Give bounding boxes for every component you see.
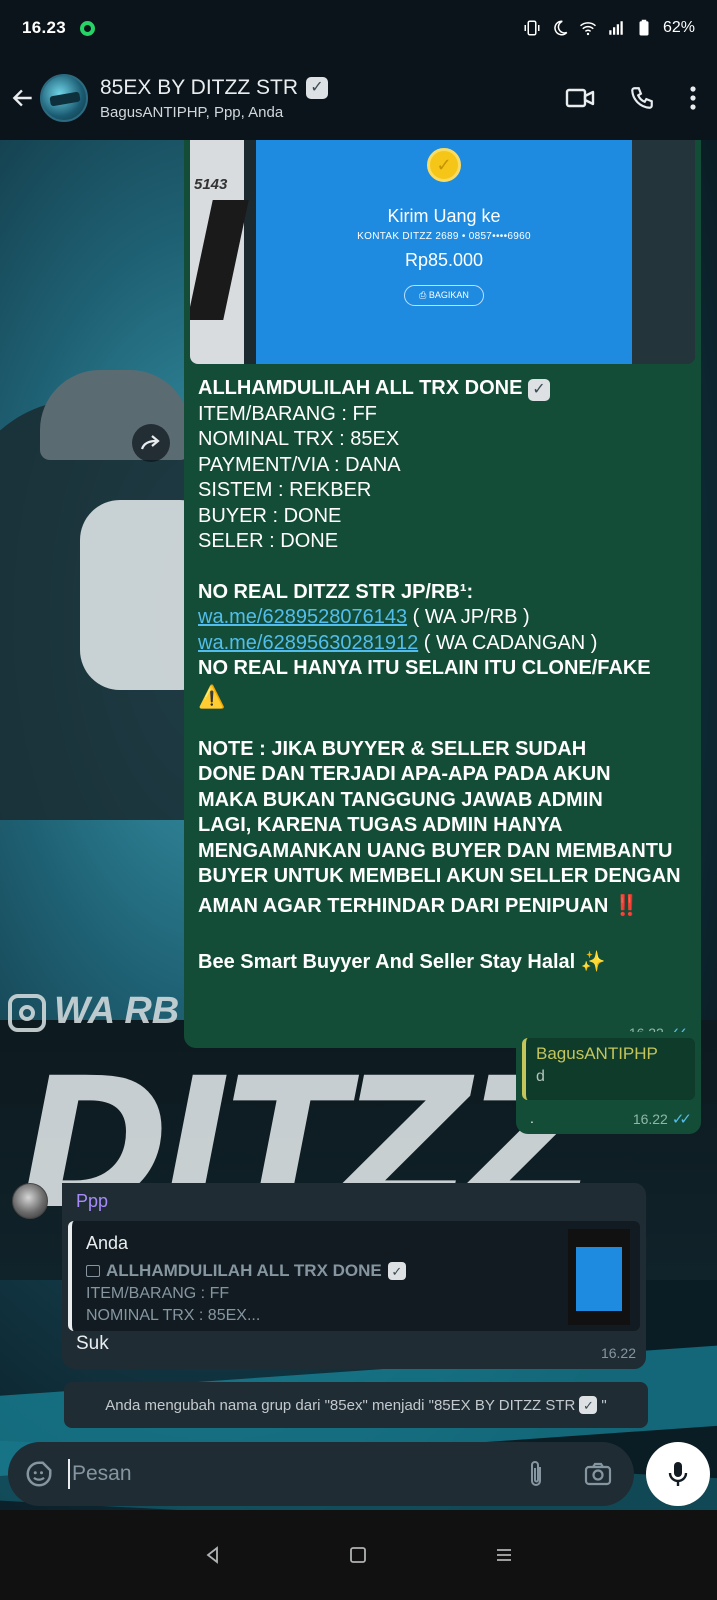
- msg-note-line: AMAN AGAR TERHINDAR DARI PENIPUAN ‼️: [198, 894, 639, 917]
- back-arrow-icon[interactable]: [10, 85, 36, 111]
- read-ticks-icon: ✓✓: [671, 1111, 692, 1128]
- status-bar: 16.23 62%: [0, 0, 717, 56]
- check-emoji-icon: ✓: [527, 379, 550, 401]
- msg-note-line: MENGAMANKAN UANG BUYER DAN MEMBANTU: [198, 839, 673, 862]
- receipt-share-button: ⎙ BAGIKAN: [404, 285, 484, 306]
- quoted-message[interactable]: Anda ALLHAMDULILAH ALL TRX DONE ✓ ITEM/B…: [68, 1221, 640, 1331]
- quoted-sender: BagusANTIPHP: [536, 1044, 658, 1063]
- vibrate-icon: [524, 20, 540, 36]
- group-info[interactable]: 85EX BY DITZZ STR ✓ BagusANTIPHP, Ppp, A…: [100, 76, 565, 121]
- whatsapp-notification-icon: [80, 20, 96, 36]
- do-not-disturb-moon-icon: [554, 20, 568, 36]
- msg-note-line: BUYER UNTUK MEMBELI AKUN SELLER DENGAN: [198, 865, 681, 887]
- incoming-message-bubble[interactable]: Ppp Anda ALLHAMDULILAH ALL TRX DONE ✓ IT…: [62, 1183, 646, 1369]
- message-text: ALLHAMDULILAH ALL TRX DONE ✓ ITEM/BARANG…: [198, 376, 688, 977]
- msg-note-line: DONE DAN TERJADI APA-APA PADA AKUN: [198, 763, 611, 785]
- system-notice: Anda mengubah nama grup dari "85ex" menj…: [64, 1382, 648, 1428]
- msg-line: SELER : DONE: [198, 530, 339, 552]
- header-actions: [565, 85, 697, 111]
- check-emoji-icon: ✓: [579, 1396, 598, 1414]
- microphone-icon: [668, 1462, 688, 1486]
- warning-emoji-icon: ⚠️: [198, 683, 226, 709]
- msg-link-row: wa.me/6289528076143 ( WA JP/RB ): [198, 606, 530, 628]
- system-navigation-bar: [0, 1510, 717, 1600]
- nav-recents-icon[interactable]: [494, 1545, 514, 1565]
- status-indicators: 62%: [523, 19, 695, 37]
- group-avatar[interactable]: [40, 74, 88, 122]
- image-side-strip: 5143: [190, 140, 244, 364]
- group-name: 85EX BY DITZZ STR ✓: [100, 76, 565, 100]
- sender-name[interactable]: Ppp: [76, 1191, 638, 1212]
- message-time: 16.22: [600, 1345, 636, 1361]
- receipt-amount: Rp85.000: [404, 250, 484, 270]
- image-right-strip: [632, 140, 695, 364]
- battery-percent: 62%: [662, 19, 695, 36]
- attach-paperclip-icon[interactable]: [524, 1459, 548, 1489]
- wa-link-2[interactable]: wa.me/62895630281912: [198, 632, 418, 654]
- check-coin-icon: ✓: [427, 148, 461, 182]
- msg-no-real-heading: NO REAL DITZZ STR JP/RB¹:: [198, 580, 474, 603]
- nav-home-icon[interactable]: [348, 1545, 368, 1565]
- wallpaper-wa-text: WA RB :: [8, 990, 202, 1033]
- double-exclamation-emoji-icon: ‼️: [613, 894, 639, 917]
- image-side-text: 5143: [194, 176, 228, 193]
- check-emoji-icon: ✓: [387, 1262, 406, 1280]
- composer-actions: [524, 1459, 612, 1489]
- message-meta: 16.22 ✓✓: [632, 1110, 692, 1128]
- quoted-message[interactable]: BagusANTIPHP d: [522, 1038, 695, 1100]
- video-call-icon[interactable]: [565, 86, 595, 110]
- msg-line: SISTEM : REKBER: [198, 479, 372, 501]
- msg-note-line: MAKA BUKAN TANGGUNG JAWAB ADMIN: [198, 788, 603, 811]
- group-name-text: 85EX BY DITZZ STR: [100, 75, 298, 99]
- outgoing-message-bubble[interactable]: 5143 ✓ Kirim Uang ke KONTAK DITZZ 2689 •…: [184, 140, 701, 1048]
- quoted-line: NOMINAL TRX : 85EX...: [86, 1307, 261, 1324]
- chat-header: 85EX BY DITZZ STR ✓ BagusANTIPHP, Ppp, A…: [0, 56, 717, 140]
- voice-call-icon[interactable]: [629, 85, 655, 111]
- voice-record-button[interactable]: [646, 1442, 710, 1506]
- msg-line: PAYMENT/VIA : DANA: [198, 453, 401, 476]
- quoted-line: ITEM/BARANG : FF: [86, 1285, 230, 1302]
- message-image[interactable]: 5143 ✓ Kirim Uang ke KONTAK DITZZ 2689 •…: [190, 140, 695, 364]
- nav-back-icon[interactable]: [203, 1545, 223, 1565]
- instagram-icon: [8, 993, 46, 1032]
- group-members: BagusANTIPHP, Ppp, Anda: [100, 103, 284, 121]
- msg-note-line: NOTE : JIKA BUYYER & SELLER SUDAH: [198, 737, 587, 760]
- camera-icon[interactable]: [584, 1461, 612, 1487]
- wifi-icon: [579, 22, 596, 36]
- quoted-image-thumbnail: [568, 1229, 630, 1325]
- msg-line: NOMINAL TRX : 85EX: [198, 428, 400, 450]
- battery-icon: [639, 19, 649, 36]
- quoted-text: d: [536, 1068, 545, 1085]
- system-notice-text: Anda mengubah nama grup dari "85ex" menj…: [105, 1396, 576, 1414]
- sparkles-emoji-icon: ✨: [580, 950, 606, 973]
- reply-text: .: [530, 1110, 534, 1126]
- check-emoji-icon: ✓: [306, 76, 328, 99]
- sender-avatar[interactable]: [12, 1183, 48, 1219]
- image-icon: [86, 1265, 100, 1277]
- status-time: 16.23: [22, 18, 67, 37]
- payment-receipt: ✓ Kirim Uang ke KONTAK DITZZ 2689 • 0857…: [256, 140, 632, 364]
- incoming-text: Suk: [76, 1333, 109, 1354]
- msg-note-line: LAGI, KARENA TUGAS ADMIN HANYA: [198, 814, 563, 836]
- sticker-emoji-icon[interactable]: [24, 1459, 54, 1489]
- forward-button[interactable]: [132, 424, 170, 462]
- wa-link-1[interactable]: wa.me/6289528076143: [198, 606, 407, 628]
- msg-link-row: wa.me/62895630281912 ( WA CADANGAN ): [198, 631, 598, 654]
- signal-icon: [609, 21, 623, 35]
- receipt-title: Kirim Uang ke: [387, 206, 501, 226]
- msg-line: ITEM/BARANG : FF: [198, 402, 377, 425]
- msg-closing: Bee Smart Buyyer And Seller Stay Halal ✨: [198, 950, 606, 973]
- msg-line: NO REAL HANYA ITU SELAIN ITU CLONE/FAKE: [198, 657, 651, 679]
- quoted-line: ALLHAMDULILAH ALL TRX DONE ✓: [86, 1261, 406, 1281]
- quoted-sender: Anda: [86, 1233, 129, 1253]
- message-time: 16.22: [632, 1111, 668, 1127]
- msg-heading: ALLHAMDULILAH ALL TRX DONE ✓: [198, 376, 688, 402]
- forward-arrow-icon: [140, 435, 160, 450]
- message-input[interactable]: [68, 1459, 524, 1489]
- msg-line: BUYER : DONE: [198, 504, 342, 527]
- message-composer: [8, 1442, 634, 1506]
- outgoing-reply-bubble[interactable]: BagusANTIPHP d . 16.22 ✓✓: [516, 1032, 701, 1134]
- receipt-contact: KONTAK DITZZ 2689 • 0857••••6960: [357, 231, 531, 242]
- more-options-icon[interactable]: [689, 85, 697, 111]
